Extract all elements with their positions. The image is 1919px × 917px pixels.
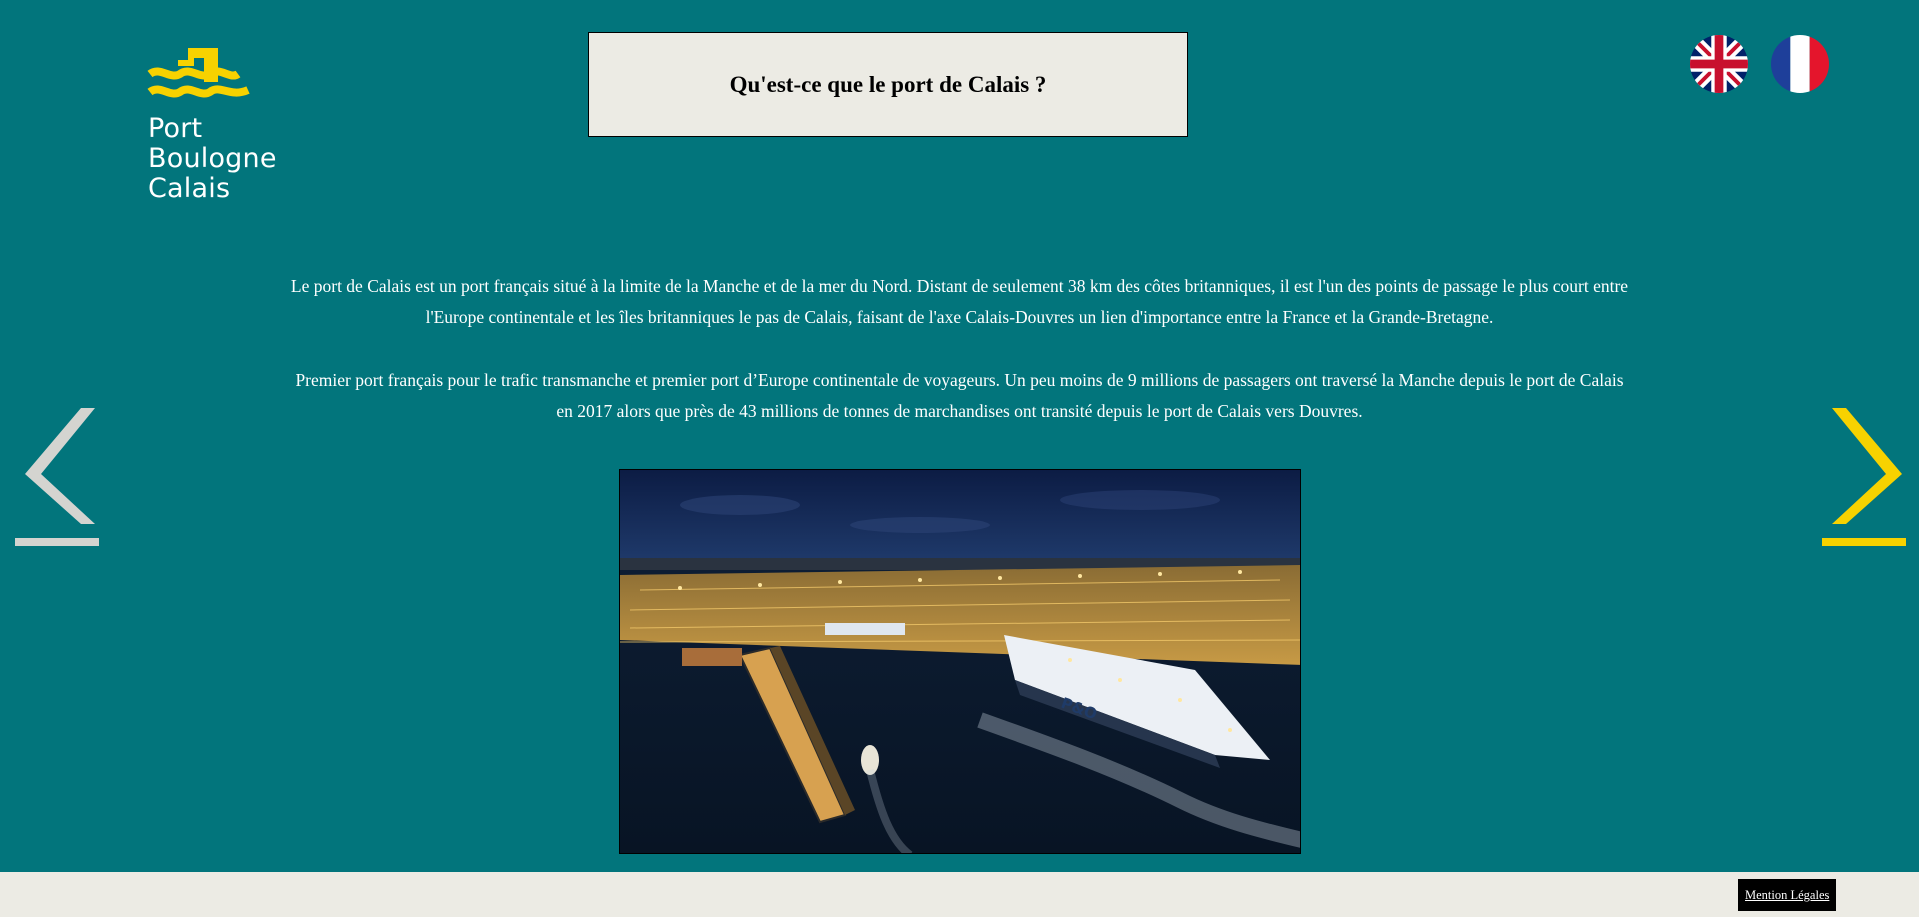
legal-notice-link[interactable]: Mention Légales — [1738, 879, 1837, 911]
stats-paragraph: Premier port français pour le trafic tra… — [295, 370, 1624, 421]
site-logo[interactable]: Port Boulogne Calais — [146, 48, 306, 208]
logo-line-1: Port — [148, 113, 203, 144]
french-flag-icon[interactable] — [1771, 35, 1829, 93]
footer-bar — [0, 872, 1919, 917]
previous-arrow-icon[interactable] — [15, 404, 99, 548]
page-title-box: Qu'est-ce que le port de Calais ? — [588, 32, 1188, 137]
logo-wordmark: Port Boulogne Calais — [148, 114, 277, 204]
logo-line-2: Boulogne — [148, 143, 277, 174]
page-title: Qu'est-ce que le port de Calais ? — [729, 71, 1047, 97]
logo-line-3: Calais — [148, 173, 231, 204]
port-night-photo: P&O — [619, 469, 1301, 854]
logo-wave-icon — [147, 48, 250, 98]
intro-paragraph: Le port de Calais est un port français s… — [290, 276, 1629, 327]
english-flag-icon[interactable] — [1690, 35, 1748, 93]
next-arrow-icon[interactable] — [1822, 404, 1906, 548]
